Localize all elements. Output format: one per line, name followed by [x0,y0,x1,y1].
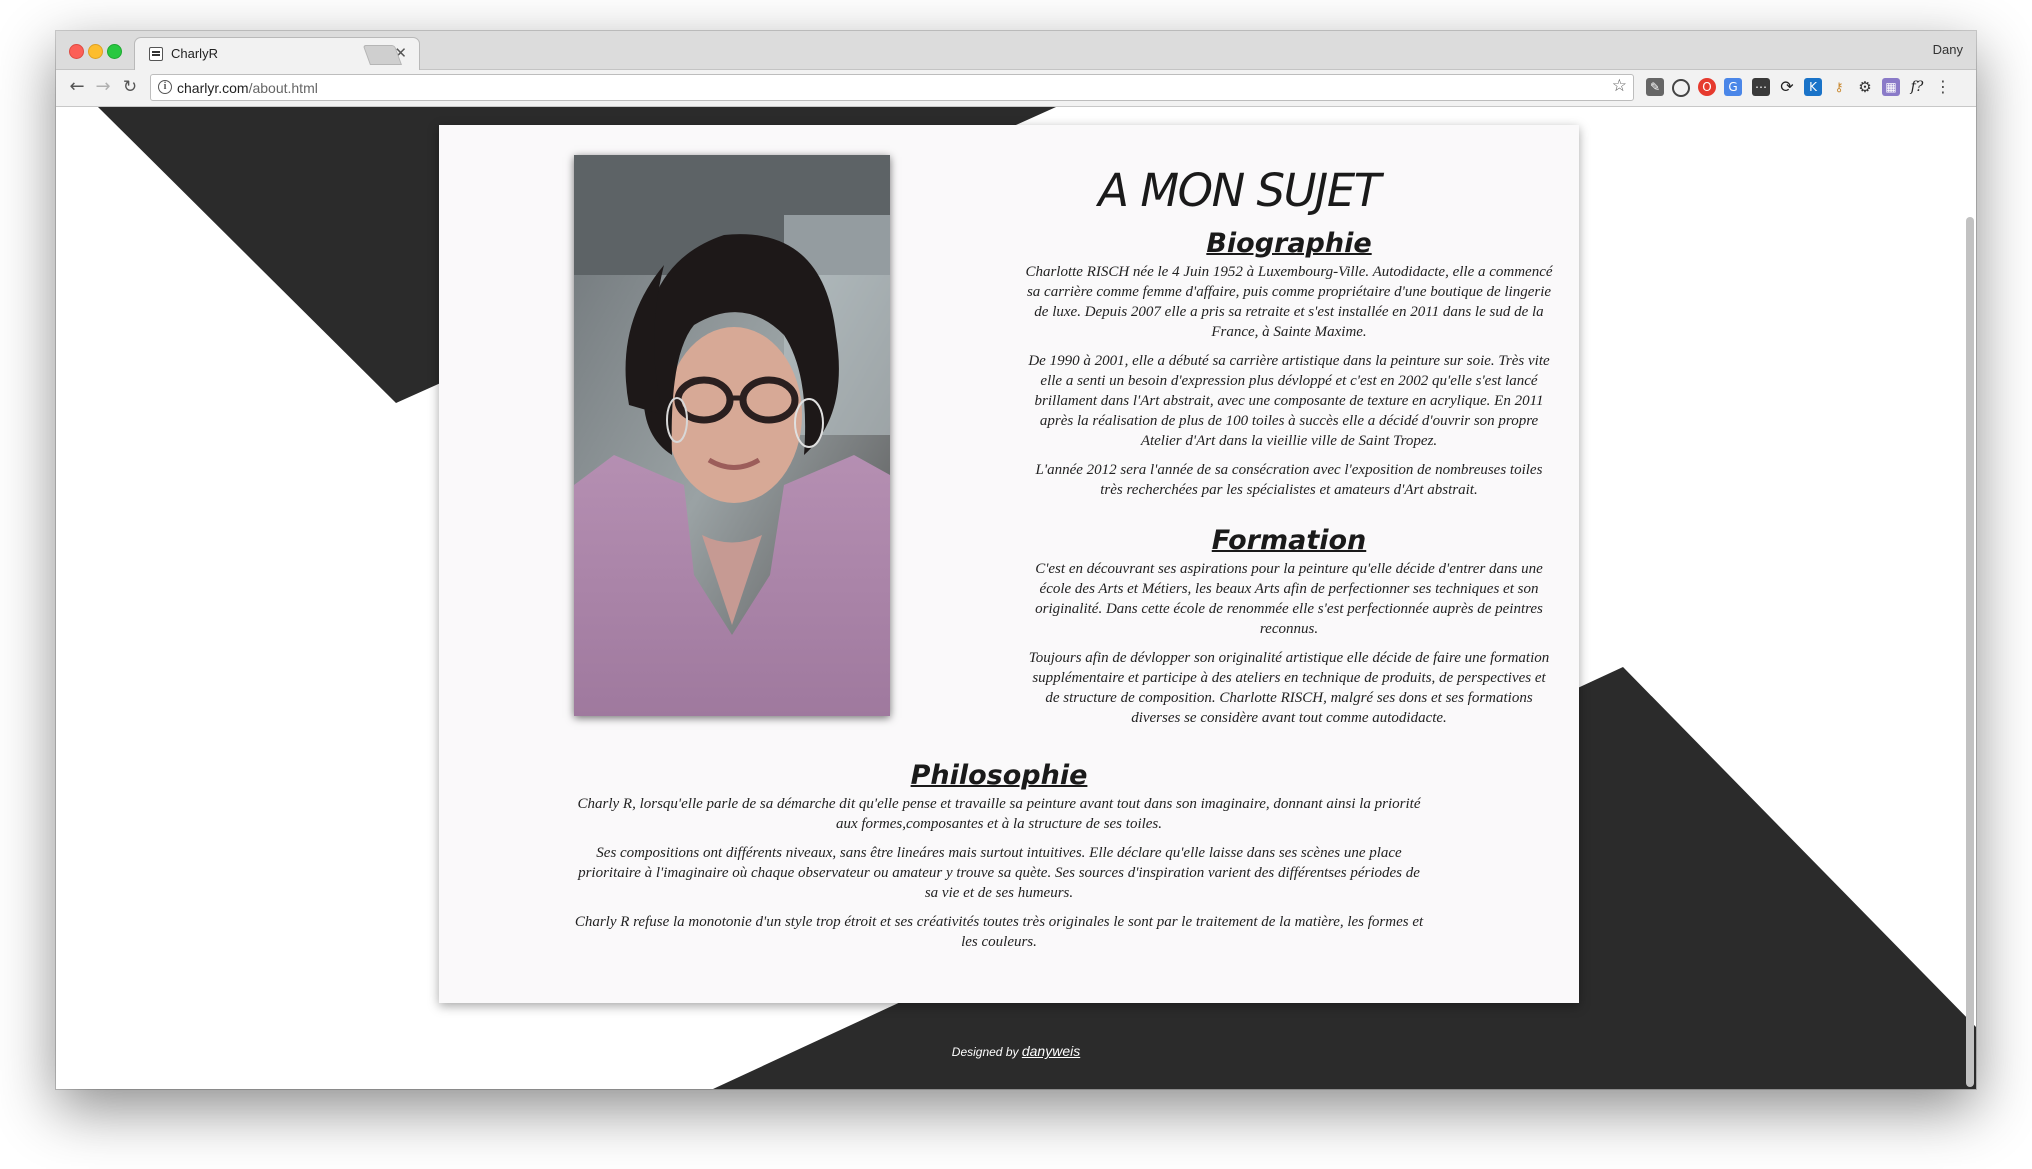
extension-gear-icon[interactable]: ⚙ [1856,78,1874,96]
new-tab-button[interactable] [362,45,402,65]
favicon-icon [149,47,163,61]
browser-window: CharlyR ✕ Dany ← → ↻ i charlyr.com/about… [56,31,1976,1089]
tab-title: CharlyR [171,46,218,61]
biographie-heading: Biographie [1206,228,1372,259]
philosophie-section: Philosophie Charly R, lorsqu'elle parle … [574,759,1424,952]
page-viewport: A MON SUJET Biographie Charlotte RISCH n… [56,107,1976,1089]
extension-formula-icon[interactable]: f? [1908,78,1926,96]
extension-edit-icon[interactable]: ✎ [1646,78,1664,96]
formation-paragraph: C'est en découvrant ses aspirations pour… [1035,561,1543,637]
url-domain: charlyr.com [177,80,249,96]
forward-arrow-icon[interactable]: → [92,76,114,98]
extension-gauge-icon[interactable] [1672,79,1690,97]
footer-prefix: Designed by [951,1045,1019,1059]
address-bar[interactable]: i charlyr.com/about.html ☆ [150,74,1634,101]
menu-kebab-icon[interactable]: ⋮ [1934,78,1952,96]
page-title: A MON SUJET [1098,164,1381,217]
scrollbar[interactable] [1966,217,1974,1087]
philosophie-heading: Philosophie [910,760,1088,791]
philosophie-paragraph: Ses compositions ont différents niveaux,… [578,845,1420,901]
biographie-paragraph: De 1990 à 2001, elle a débuté sa carrièr… [1028,353,1550,449]
biographie-paragraph: L'année 2012 sera l'année de sa consécra… [1035,462,1543,498]
extension-opera-icon[interactable]: O [1698,78,1716,96]
extension-grid-icon[interactable]: ▦ [1882,78,1900,96]
minimize-window-button[interactable] [88,44,103,59]
biographie-paragraph: Charlotte RISCH née le 4 Juin 1952 à Lux… [1025,264,1553,340]
reload-icon[interactable]: ↻ [119,76,141,98]
extension-translate-icon[interactable]: G [1724,78,1742,96]
browser-toolbar: ← → ↻ i charlyr.com/about.html ☆ ✎ O G ⋯… [56,70,1976,107]
info-icon[interactable]: i [158,80,172,94]
star-icon[interactable]: ☆ [1612,76,1627,96]
about-card: A MON SUJET Biographie Charlotte RISCH n… [439,125,1579,1003]
profile-name[interactable]: Dany [1933,42,1963,57]
biographie-section: Biographie Charlotte RISCH née le 4 Juin… [1024,227,1554,500]
formation-heading: Formation [1211,525,1367,556]
close-window-button[interactable] [69,44,84,59]
extension-dots-icon[interactable]: ⋯ [1752,78,1770,96]
portrait-photo [574,155,890,716]
back-arrow-icon[interactable]: ← [66,76,88,98]
url-text: charlyr.com/about.html [177,80,318,96]
url-path: /about.html [248,80,318,96]
philosophie-paragraph: Charly R, lorsqu'elle parle de sa démarc… [577,796,1421,832]
extension-k-icon[interactable]: K [1804,78,1822,96]
tab-strip: CharlyR ✕ Dany [56,31,1976,70]
formation-section: Formation C'est en découvrant ses aspira… [1024,524,1554,728]
formation-paragraph: Toujours afin de dévlopper son originali… [1028,650,1550,726]
extension-key-icon[interactable]: ⚷ [1830,78,1848,96]
footer-brand-link[interactable]: danyweis [1022,1043,1080,1059]
zoom-window-button[interactable] [107,44,122,59]
footer: Designed by danyweis [56,1043,1976,1059]
extension-sync-icon[interactable]: ⟳ [1778,78,1796,96]
philosophie-paragraph: Charly R refuse la monotonie d'un style … [574,914,1424,950]
